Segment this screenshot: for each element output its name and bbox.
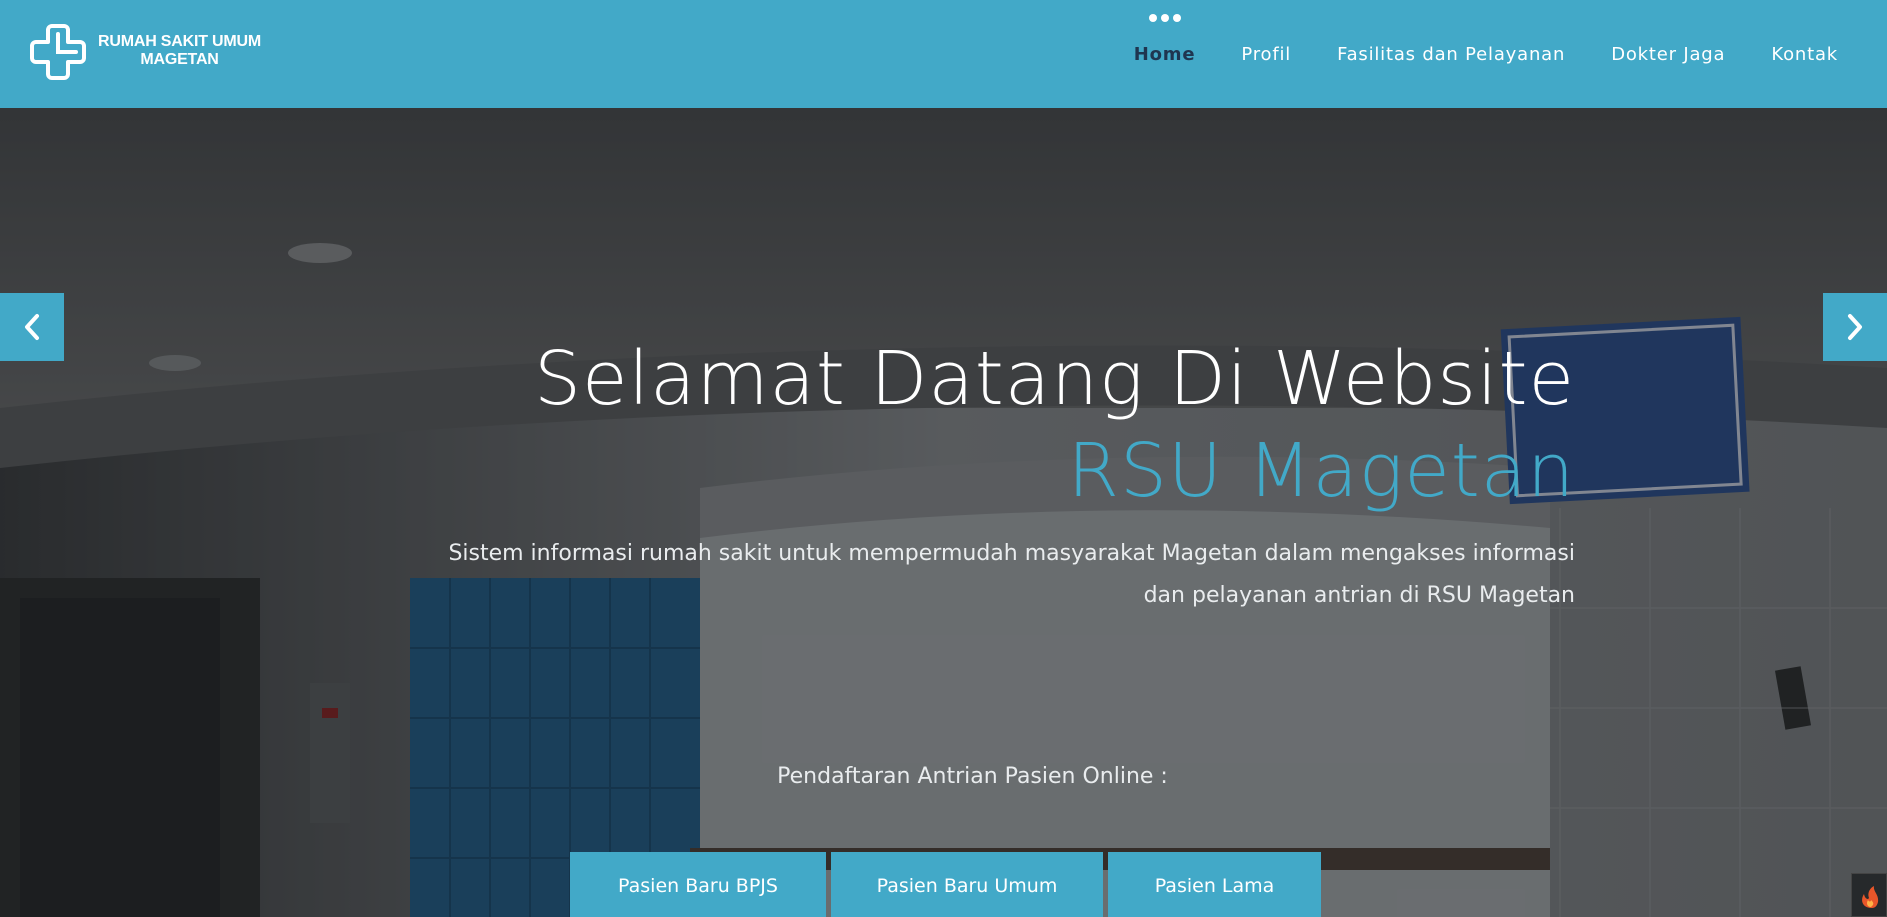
pasien-baru-umum-button[interactable]: Pasien Baru Umum — [831, 852, 1103, 917]
nav-item-label: Fasilitas dan Pelayanan — [1337, 43, 1566, 65]
hero-slider: Selamat Datang Di Website RSU Magetan Si… — [0, 108, 1887, 917]
chevron-right-icon — [1848, 314, 1862, 340]
nav-item-profil[interactable]: Profil — [1241, 44, 1291, 65]
medical-cross-logo-icon — [30, 24, 86, 80]
corner-widget[interactable] — [1851, 873, 1887, 917]
nav-item-fasilitas[interactable]: Fasilitas dan Pelayanan — [1337, 44, 1565, 65]
hero-subtitle: Sistem informasi rumah sakit untuk mempe… — [448, 541, 1575, 608]
site-header: RUMAH SAKIT UMUM MAGETAN Home Profil Fas… — [0, 0, 1887, 108]
logo-line-2: MAGETAN — [140, 51, 219, 68]
active-indicator-dots-icon — [1148, 13, 1181, 22]
nav-item-label: Kontak — [1771, 43, 1838, 65]
hero-content: Selamat Datang Di Website RSU Magetan Si… — [410, 333, 1575, 917]
hero-title-main: Selamat Datang Di Website — [534, 336, 1575, 422]
main-nav: Home Profil Fasilitas dan Pelayanan Dokt… — [1088, 0, 1838, 108]
hero-title: Selamat Datang Di Website RSU Magetan — [410, 333, 1575, 517]
registration-buttons: Pasien Baru BPJS Pasien Baru Umum Pasien… — [570, 852, 1321, 917]
site-logo[interactable]: RUMAH SAKIT UMUM MAGETAN — [30, 20, 261, 82]
logo-line-1: RUMAH SAKIT UMUM — [98, 33, 262, 50]
registration-label: Pendaftaran Antrian Pasien Online : — [777, 764, 1168, 789]
flame-icon — [1862, 886, 1879, 908]
chevron-left-icon — [25, 314, 39, 340]
nav-item-label: Profil — [1241, 43, 1292, 65]
pasien-baru-bpjs-button[interactable]: Pasien Baru BPJS — [570, 852, 826, 917]
pasien-lama-button[interactable]: Pasien Lama — [1108, 852, 1321, 917]
nav-item-kontak[interactable]: Kontak — [1771, 44, 1838, 65]
nav-item-label: Home — [1133, 43, 1196, 65]
hero-title-highlight: RSU Magetan — [1067, 428, 1575, 514]
slider-prev-button[interactable] — [0, 293, 64, 361]
nav-item-home[interactable]: Home — [1133, 13, 1196, 65]
logo-text: RUMAH SAKIT UMUM MAGETAN — [98, 33, 261, 69]
slider-next-button[interactable] — [1823, 293, 1887, 361]
nav-item-label: Dokter Jaga — [1611, 43, 1726, 65]
nav-item-dokter-jaga[interactable]: Dokter Jaga — [1611, 44, 1725, 65]
